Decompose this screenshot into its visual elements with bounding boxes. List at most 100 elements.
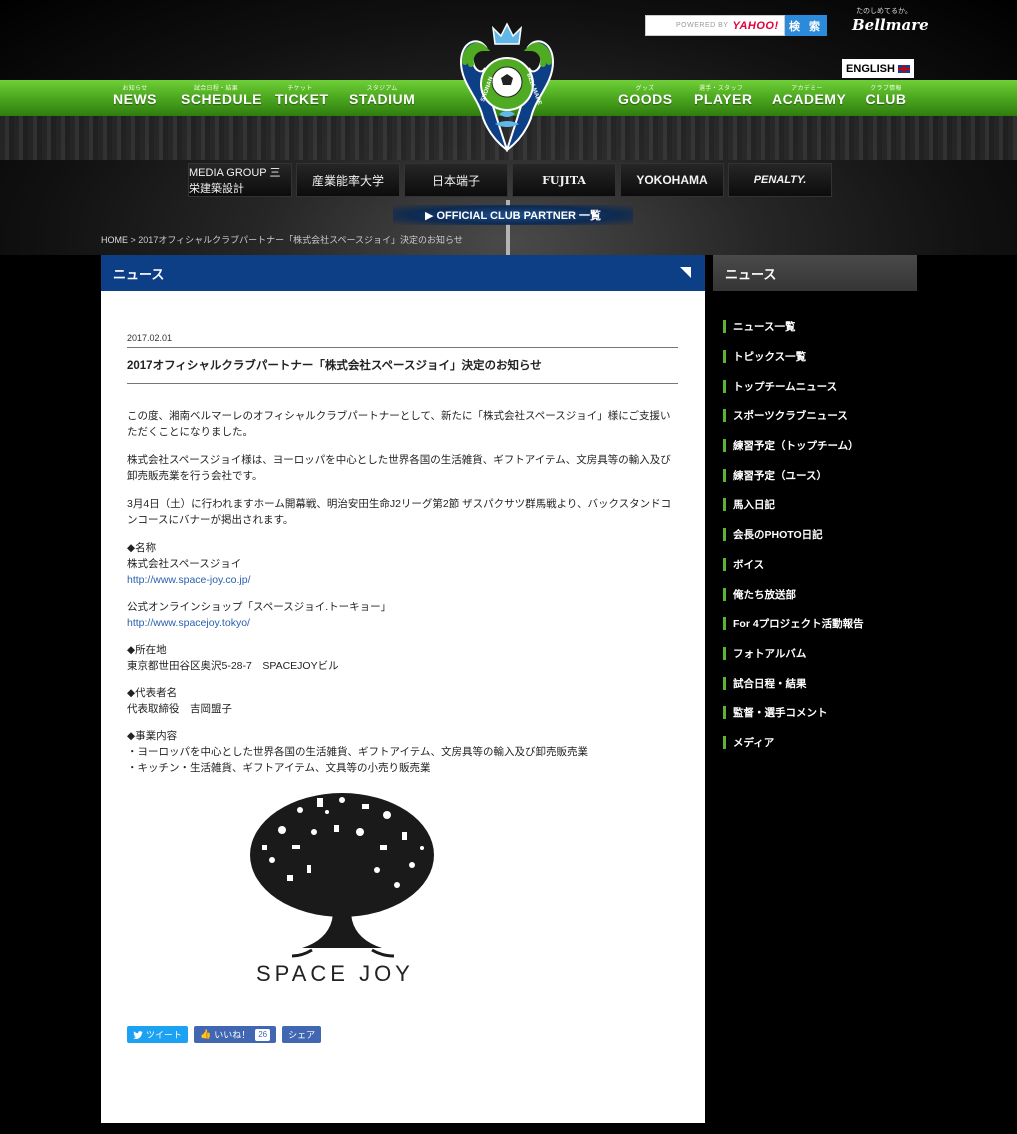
nav-academy[interactable]: アカデミー ACADEMY xyxy=(772,83,846,109)
tweet-label: ツイート xyxy=(146,1030,183,1040)
nav-stadium[interactable]: スタジアム STADIUM xyxy=(349,83,415,109)
business-label: ◆事業内容 xyxy=(127,730,178,742)
sidebar-item-label: 会長のPHOTO日記 xyxy=(733,529,823,542)
sidebar-item-label: スポーツクラブニュース xyxy=(733,410,848,423)
brand-tagline: たのしめてるか。 xyxy=(856,8,912,15)
sidebar-item-photo-album[interactable]: フォトアルバム xyxy=(713,639,917,669)
green-bar-icon xyxy=(723,735,726,749)
sidebar-item-voice[interactable]: ボイス xyxy=(713,550,917,580)
sidebar-item-label: 練習予定（ユース） xyxy=(733,469,827,482)
sidebar-item-label: フォトアルバム xyxy=(733,647,807,660)
green-bar-icon xyxy=(723,646,726,660)
sidebar-item-for4-project[interactable]: For 4プロジェクト活動報告 xyxy=(713,609,917,639)
partner-yokohama[interactable]: YOKOHAMA xyxy=(620,163,724,197)
sidebar-item-banyu-diary[interactable]: 馬入日記 xyxy=(713,490,917,520)
shop-url-link[interactable]: http://www.spacejoy.tokyo/ xyxy=(127,617,250,629)
company-name-block: ◆名称 株式会社スペースジョイ http://www.space-joy.co.… xyxy=(127,540,680,588)
sidebar-item-top-team-news[interactable]: トップチームニュース xyxy=(713,371,917,401)
search-button[interactable]: 検 索 xyxy=(785,15,827,36)
green-bar-icon xyxy=(723,676,726,690)
tweet-button[interactable]: ツイート xyxy=(127,1026,188,1043)
sidebar-title: ニュース xyxy=(713,255,917,291)
space-joy-caption: SPACE JOY xyxy=(256,961,414,986)
partner-nippon-tanshi[interactable]: 日本端子 xyxy=(404,163,508,197)
partner-penalty[interactable]: PENALTY. xyxy=(728,163,832,197)
sidebar-item-practice-youth[interactable]: 練習予定（ユース） xyxy=(713,460,917,490)
partner-banners: MEDIA GROUP 三栄建築設計 産業能率大学 日本端子 FUJITA YO… xyxy=(188,163,832,197)
company-url-link[interactable]: http://www.space-joy.co.jp/ xyxy=(127,574,251,586)
article-title: 2017オフィシャルクラブパートナー「株式会社スペースジョイ」決定のお知らせ xyxy=(127,348,678,384)
sidebar-item-label: トップチームニュース xyxy=(733,380,838,393)
breadcrumb-separator: > xyxy=(130,235,136,245)
breadcrumb-current: 2017オフィシャルクラブパートナー「株式会社スペースジョイ」決定のお知らせ xyxy=(138,235,463,245)
sidebar-item-photo-diary[interactable]: 会長のPHOTO日記 xyxy=(713,520,917,550)
yahoo-logo: YAHOO! xyxy=(732,19,779,32)
like-label: いいね！ xyxy=(214,1030,251,1040)
nav-ticket[interactable]: チケット TICKET xyxy=(275,83,328,109)
partner-sanno[interactable]: 産業能率大学 xyxy=(296,163,400,197)
bellmare-brand-logo[interactable]: たのしめてるか。 Bellmare xyxy=(852,6,929,34)
green-bar-icon xyxy=(723,320,726,334)
green-bar-icon xyxy=(723,528,726,542)
share-button[interactable]: シェア xyxy=(282,1026,322,1043)
sidebar-item-practice-top[interactable]: 練習予定（トップチーム） xyxy=(713,431,917,461)
social-share-buttons: ツイート 👍 いいね！ 26 シェア xyxy=(127,1026,322,1043)
sidebar-item-label: メディア xyxy=(733,736,775,749)
shonan-bellmare-crest-logo[interactable]: SHONAN BELLMARE xyxy=(455,22,559,152)
sidebar-item-label: 試合日程・結果 xyxy=(733,677,807,690)
english-link[interactable]: ENGLISH xyxy=(842,59,914,78)
search-bar: POWERED BY YAHOO! 検 索 xyxy=(645,15,827,36)
shop-block: 公式オンラインショップ「スペースジョイ.トーキョー」 http://www.sp… xyxy=(127,599,680,631)
nav-ticket-label: TICKET xyxy=(275,91,329,107)
uk-flag-icon xyxy=(897,64,910,73)
green-bar-icon xyxy=(723,468,726,482)
sidebar-menu: ニュース一覧 トピックス一覧 トップチームニュース スポーツクラブニュース 練習… xyxy=(713,291,917,757)
sidebar: ニュース ニュース一覧 トピックス一覧 トップチームニュース スポーツクラブニュ… xyxy=(713,255,917,749)
green-bar-icon xyxy=(723,409,726,423)
english-label: ENGLISH xyxy=(846,62,895,75)
like-count: 26 xyxy=(255,1028,271,1041)
like-button[interactable]: 👍 いいね！ 26 xyxy=(194,1026,277,1043)
breadcrumb: HOME > 2017オフィシャルクラブパートナー「株式会社スペースジョイ」決定… xyxy=(101,233,463,246)
nav-goods[interactable]: グッズ GOODS xyxy=(618,83,672,109)
nav-news-label: NEWS xyxy=(113,91,157,107)
sidebar-item-label: 俺たち放送部 xyxy=(733,588,796,601)
nav-news[interactable]: お知らせ NEWS xyxy=(112,83,158,109)
nav-schedule-label: SCHEDULE xyxy=(181,91,263,107)
partner-fujita[interactable]: FUJITA xyxy=(512,163,616,197)
official-partner-list-link[interactable]: ▶ OFFICIAL CLUB PARTNER 一覧 xyxy=(393,205,633,225)
article: 2017.02.01 2017オフィシャルクラブパートナー「株式会社スペースジョ… xyxy=(101,291,705,776)
nav-schedule-sub: 試合日程・結果 xyxy=(193,86,239,92)
nav-club-sub: クラブ情報 xyxy=(870,86,902,92)
nav-goods-label: GOODS xyxy=(618,91,673,107)
nav-player[interactable]: 選手・スタッフ PLAYER xyxy=(694,83,752,109)
search-input[interactable]: POWERED BY YAHOO! xyxy=(645,15,785,36)
sidebar-item-news-list[interactable]: ニュース一覧 xyxy=(713,312,917,342)
sidebar-item-sports-club-news[interactable]: スポーツクラブニュース xyxy=(713,401,917,431)
brand-name: Bellmare xyxy=(852,16,929,34)
nav-academy-label: ACADEMY xyxy=(772,91,847,107)
sidebar-item-schedule-results[interactable]: 試合日程・結果 xyxy=(713,668,917,698)
address-label: ◆所在地 xyxy=(127,644,167,656)
nav-schedule[interactable]: 試合日程・結果 SCHEDULE xyxy=(181,83,262,109)
nav-stadium-sub: スタジアム xyxy=(366,86,398,92)
sidebar-item-label: 練習予定（トップチーム） xyxy=(733,440,859,453)
sidebar-item-media[interactable]: メディア xyxy=(713,728,917,758)
sidebar-item-comments[interactable]: 監督・選手コメント xyxy=(713,698,917,728)
nav-club[interactable]: クラブ情報 CLUB xyxy=(864,83,908,109)
green-bar-icon xyxy=(723,350,726,364)
sidebar-item-label: ニュース一覧 xyxy=(733,321,796,334)
nav-news-sub: お知らせ xyxy=(122,86,148,92)
search-powered-label: POWERED BY xyxy=(676,22,729,29)
partner-sanei[interactable]: MEDIA GROUP 三栄建築設計 xyxy=(188,163,292,197)
representative-block: ◆代表者名 代表取締役 吉岡盟子 xyxy=(127,685,680,717)
sidebar-item-broadcast[interactable]: 俺たち放送部 xyxy=(713,579,917,609)
sidebar-item-label: For 4プロジェクト活動報告 xyxy=(733,618,864,631)
twitter-bird-icon xyxy=(133,1030,143,1039)
green-bar-icon xyxy=(723,439,726,453)
nav-player-sub: 選手・スタッフ xyxy=(698,86,744,92)
representative-label: ◆代表者名 xyxy=(127,687,178,699)
sidebar-item-topics[interactable]: トピックス一覧 xyxy=(713,342,917,372)
address-block: ◆所在地 東京都世田谷区奥沢5-28-7 SPACEJOYビル xyxy=(127,642,680,674)
breadcrumb-home[interactable]: HOME xyxy=(101,235,128,245)
